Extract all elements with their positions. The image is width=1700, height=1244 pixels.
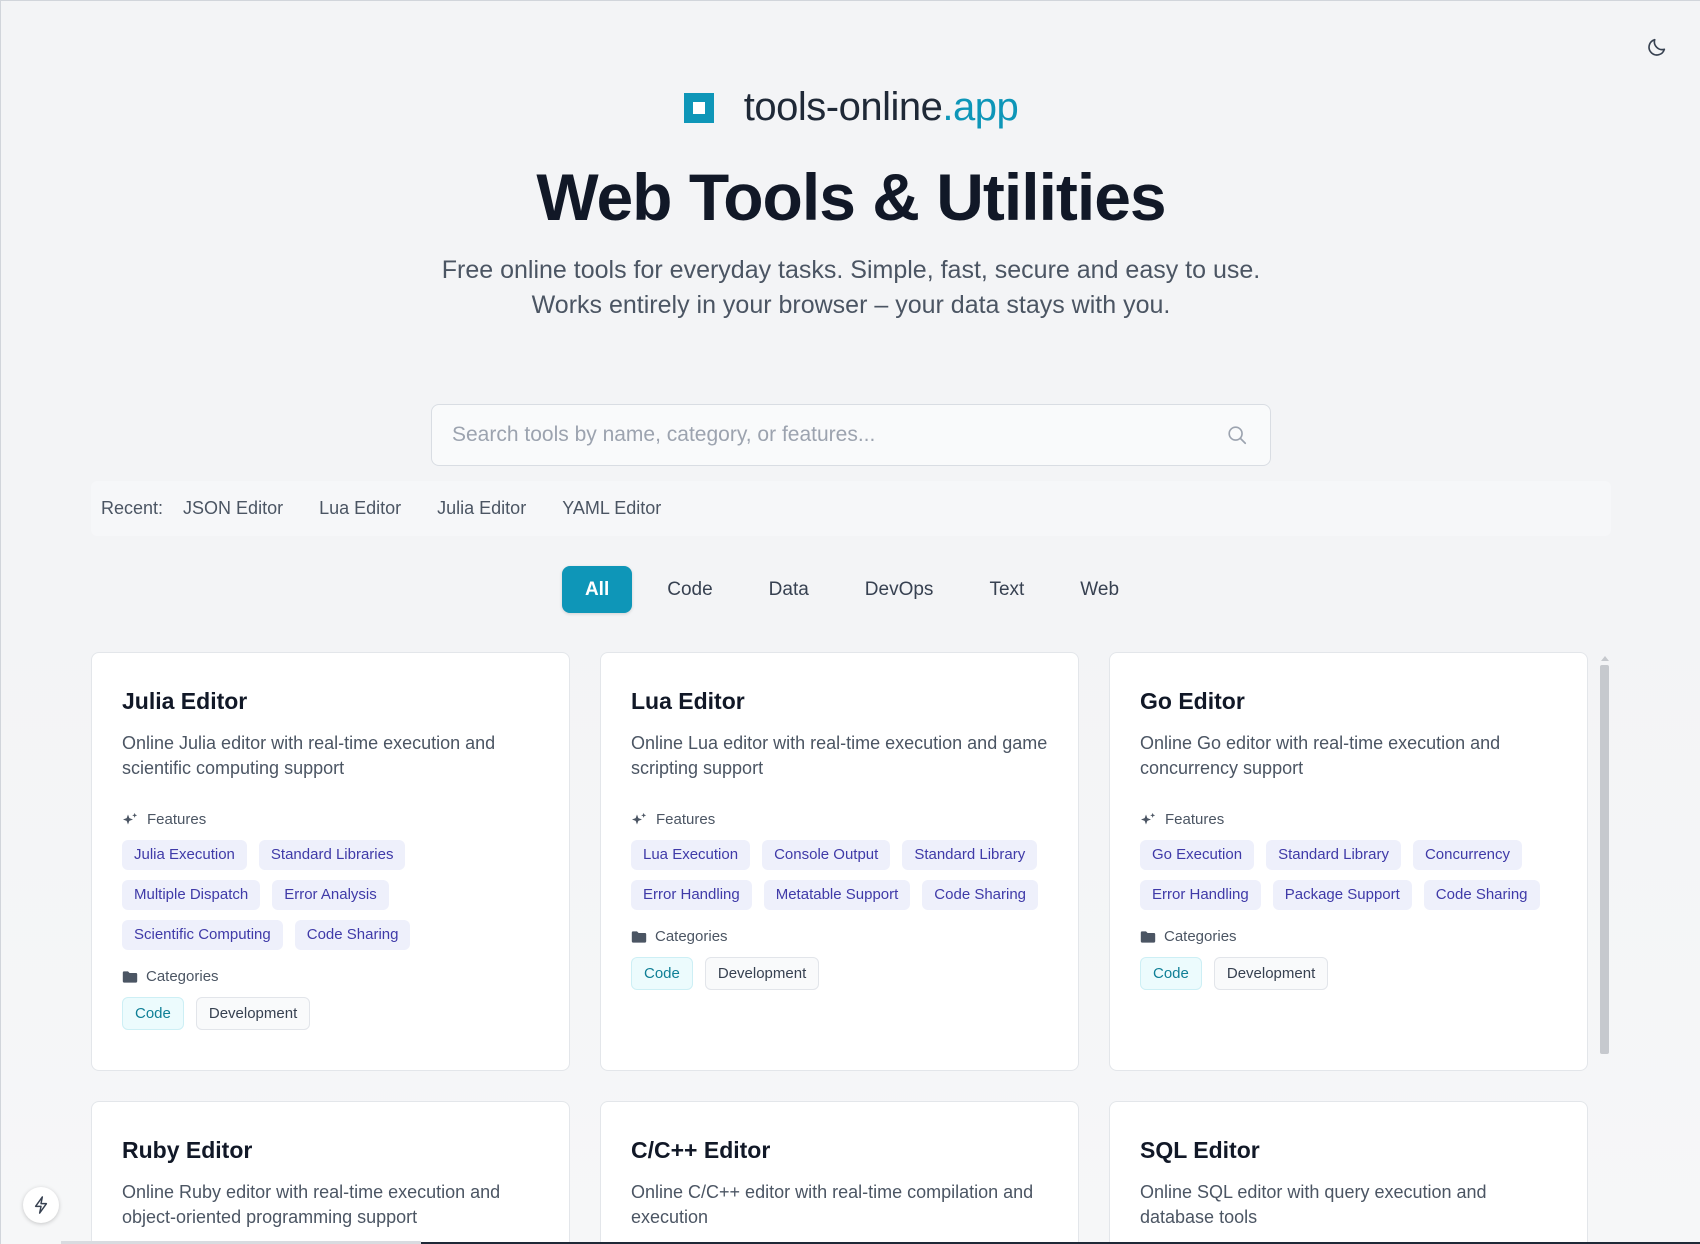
feature-tag[interactable]: Julia Execution — [122, 840, 247, 870]
categories-label-text: Categories — [655, 928, 728, 945]
features-label: Features — [122, 811, 539, 828]
card-description: Online SQL editor with query execution a… — [1140, 1182, 1487, 1227]
page: tools-online .app Web Tools & Utilities F… — [0, 0, 1700, 1244]
recent-item-yaml-editor[interactable]: YAML Editor — [552, 498, 671, 519]
recent-label: Recent: — [101, 498, 164, 518]
scrollbar-thumb[interactable] — [1600, 665, 1609, 1054]
recent-bar: Recent: JSON Editor Lua Editor Julia Edi… — [91, 481, 1611, 536]
feature-tag[interactable]: Lua Execution — [631, 840, 751, 870]
card-description: Online Lua editor with real-time executi… — [631, 733, 1048, 778]
tool-card-ruby-editor[interactable]: Ruby Editor Online Ruby editor with real… — [91, 1101, 570, 1244]
features-label: Features — [1140, 811, 1557, 828]
search-input[interactable] — [452, 423, 1224, 447]
feature-tags: Go Execution Standard Library Concurrenc… — [1140, 840, 1557, 910]
features-label-text: Features — [1165, 811, 1225, 828]
bolt-icon — [34, 1196, 48, 1214]
category-tags: Code Development — [122, 997, 539, 1030]
category-tag-development[interactable]: Development — [704, 957, 820, 990]
categories-label-text: Categories — [1164, 928, 1237, 945]
tool-card-go-editor[interactable]: Go Editor Online Go editor with real-tim… — [1109, 652, 1588, 1071]
card-description: Online Julia editor with real-time execu… — [122, 733, 496, 778]
filter-tab-text[interactable]: Text — [968, 566, 1045, 613]
feature-tag[interactable]: Go Execution — [1140, 840, 1255, 870]
category-tags: Code Development — [1140, 957, 1557, 990]
card-title: Go Editor — [1140, 688, 1245, 714]
sparkles-icon — [1141, 812, 1156, 825]
filter-tab-code[interactable]: Code — [646, 566, 733, 613]
feature-tag[interactable]: Error Analysis — [272, 880, 389, 910]
folder-icon — [1140, 930, 1156, 943]
card-title: Julia Editor — [122, 688, 248, 714]
feature-tag[interactable]: Metatable Support — [763, 880, 911, 910]
tool-card-sql-editor[interactable]: SQL Editor Online SQL editor with query … — [1109, 1101, 1588, 1244]
page-title: Web Tools & Utilities — [536, 160, 1166, 234]
card-title: Lua Editor — [631, 688, 745, 714]
feature-tag[interactable]: Error Handling — [631, 880, 752, 910]
sparkles-icon — [123, 812, 138, 825]
filter-tab-devops[interactable]: DevOps — [844, 566, 955, 613]
feature-tag[interactable]: Console Output — [762, 840, 891, 870]
category-tag-code[interactable]: Code — [631, 957, 693, 990]
feature-tag[interactable]: Scientific Computing — [122, 920, 283, 950]
features-label-text: Features — [656, 811, 716, 828]
categories-label: Categories — [122, 968, 539, 985]
categories-label: Categories — [631, 928, 1048, 945]
theme-toggle-button[interactable] — [1643, 33, 1671, 61]
scroll-up-arrow-icon[interactable] — [1601, 656, 1609, 661]
category-filter-tabs: All Code Data DevOps Text Web — [1, 566, 1700, 613]
feature-tag[interactable]: Standard Library — [1266, 840, 1401, 870]
filter-tab-data[interactable]: Data — [748, 566, 830, 613]
brand-name: tools-online — [743, 85, 943, 129]
feature-tag[interactable]: Code Sharing — [922, 880, 1039, 910]
feature-tag[interactable]: Error Handling — [1140, 880, 1261, 910]
category-tags: Code Development — [631, 957, 1048, 990]
category-tag-code[interactable]: Code — [122, 997, 184, 1030]
category-tag-code[interactable]: Code — [1140, 957, 1202, 990]
folder-icon — [122, 970, 138, 983]
feature-tag[interactable]: Code Sharing — [1423, 880, 1540, 910]
tool-card-cpp-editor[interactable]: C/C++ Editor Online C/C++ editor with re… — [600, 1101, 1079, 1244]
moon-icon — [1648, 38, 1666, 56]
search-icon[interactable] — [1224, 422, 1250, 448]
filter-tab-web[interactable]: Web — [1059, 566, 1140, 613]
features-label-text: Features — [147, 811, 207, 828]
feature-tag[interactable]: Standard Library — [902, 840, 1038, 870]
page-subtitle: Free online tools for everyday tasks. Si… — [441, 256, 1261, 319]
feature-tags: Julia Execution Standard Libraries Multi… — [122, 840, 539, 950]
sparkles-icon — [632, 812, 647, 825]
filter-tab-all[interactable]: All — [561, 566, 633, 613]
brand-accent: .app — [942, 85, 1019, 129]
recent-item-lua-editor[interactable]: Lua Editor — [309, 498, 411, 519]
feature-tag[interactable]: Package Support — [1272, 880, 1412, 910]
feature-tag[interactable]: Code Sharing — [294, 920, 411, 950]
feature-tag[interactable]: Standard Libraries — [258, 840, 406, 870]
card-title: Ruby Editor — [122, 1137, 253, 1163]
search-box — [431, 404, 1271, 466]
category-tag-development[interactable]: Development — [1213, 957, 1329, 990]
feature-tag[interactable]: Concurrency — [1412, 840, 1523, 870]
brand-logo[interactable]: tools-online .app — [1, 85, 1700, 130]
recent-item-json-editor[interactable]: JSON Editor — [173, 498, 293, 519]
card-description: Online C/C++ editor with real-time compi… — [631, 1182, 1034, 1227]
folder-icon — [631, 930, 647, 943]
category-tag-development[interactable]: Development — [195, 997, 311, 1030]
card-title: C/C++ Editor — [631, 1137, 771, 1163]
feature-tags: Lua Execution Console Output Standard Li… — [631, 840, 1048, 910]
quick-action-button[interactable] — [23, 1187, 59, 1223]
recent-item-julia-editor[interactable]: Julia Editor — [427, 498, 536, 519]
card-description: Online Go editor with real-time executio… — [1140, 733, 1501, 778]
feature-tag[interactable]: Multiple Dispatch — [122, 880, 261, 910]
categories-label-text: Categories — [146, 968, 219, 985]
card-title: SQL Editor — [1140, 1137, 1260, 1163]
tool-card-julia-editor[interactable]: Julia Editor Online Julia editor with re… — [91, 652, 570, 1071]
logo-mark-icon — [683, 92, 714, 123]
tool-card-lua-editor[interactable]: Lua Editor Online Lua editor with real-t… — [600, 652, 1079, 1071]
features-label: Features — [631, 811, 1048, 828]
card-description: Online Ruby editor with real-time execut… — [122, 1182, 501, 1227]
categories-label: Categories — [1140, 928, 1557, 945]
